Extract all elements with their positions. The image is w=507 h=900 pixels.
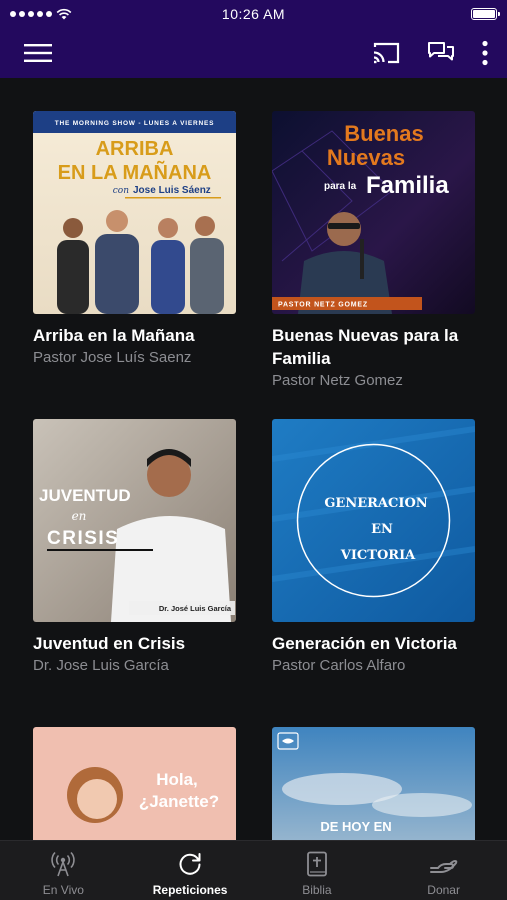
art-line-4: Familia: [366, 172, 449, 199]
program-thumbnail[interactable]: DE HOY EN: [272, 727, 475, 840]
program-host: Dr. Jose Luis García: [33, 657, 169, 674]
program-host: Pastor Carlos Alfaro: [272, 657, 406, 674]
program-thumbnail[interactable]: GENERACION EN VICTORIA: [272, 419, 475, 622]
more-options-button[interactable]: [481, 40, 489, 66]
cast-icon: [373, 42, 400, 64]
art-con: con: [113, 186, 129, 196]
art-footer: PASTOR NETZ GOMEZ: [278, 302, 368, 309]
art-line-1: GENERACION: [324, 496, 427, 511]
status-time: 10:26 AM: [221, 6, 286, 22]
tab-label: Donar: [427, 883, 460, 897]
program-card[interactable]: Buenas Nuevas para la Familia PASTOR NET…: [272, 111, 475, 391]
broadcast-icon: [51, 851, 76, 877]
tab-repeticiones[interactable]: Repeticiones: [127, 841, 254, 900]
art-line-1: Buenas: [344, 121, 423, 146]
replay-icon: [179, 853, 201, 875]
program-title[interactable]: Buenas Nuevas para la Familia: [272, 324, 475, 370]
program-art-image: GENERACION EN VICTORIA: [272, 419, 475, 622]
program-card[interactable]: DE HOY EN: [272, 727, 475, 840]
app-header: [0, 28, 507, 78]
signal-indicator: [10, 8, 130, 20]
program-art-image: THE MORNING SHOW - LUNES A VIERNES ARRIB…: [33, 111, 236, 314]
program-grid: THE MORNING SHOW - LUNES A VIERNES ARRIB…: [0, 78, 507, 840]
program-thumbnail[interactable]: Hola, ¿Janette?: [33, 727, 236, 840]
art-line-2: Nuevas: [327, 145, 405, 170]
program-card[interactable]: THE MORNING SHOW - LUNES A VIERNES ARRIB…: [33, 111, 236, 368]
program-thumbnail[interactable]: Buenas Nuevas para la Familia PASTOR NET…: [272, 111, 475, 314]
program-host: Pastor Jose Luís Saenz: [33, 349, 192, 366]
tab-biblia[interactable]: Biblia: [254, 841, 381, 900]
program-art-image: DE HOY EN: [272, 727, 475, 840]
program-thumbnail[interactable]: Dr. José Luis García JUVENTUD en CRISIS: [33, 419, 236, 622]
chat-icon: [428, 42, 454, 61]
more-vertical-icon: [482, 40, 488, 66]
art-host: Jose Luis Sáenz: [133, 185, 211, 196]
battery-icon: [471, 8, 500, 20]
program-host: Pastor Netz Gomez: [272, 372, 403, 389]
art-line-1: Hola,: [156, 770, 198, 789]
art-line-3: VICTORIA: [340, 548, 416, 563]
bible-icon: [306, 851, 327, 877]
tab-label: En Vivo: [42, 883, 84, 897]
chat-button[interactable]: [427, 41, 455, 65]
program-title[interactable]: Juventud en Crisis: [33, 632, 236, 655]
cast-button[interactable]: [371, 41, 401, 65]
art-heading-2: EN LA MAÑANA: [58, 161, 212, 184]
art-line-2: ¿Janette?: [139, 792, 219, 811]
tab-label: Repeticiones: [152, 883, 228, 897]
program-art-image: Buenas Nuevas para la Familia PASTOR NET…: [272, 111, 475, 314]
tab-donar[interactable]: Donar: [380, 841, 507, 900]
art-line-2: EN: [371, 522, 393, 537]
program-title[interactable]: Arriba en la Mañana: [33, 324, 236, 347]
tab-en-vivo[interactable]: En Vivo: [0, 841, 127, 900]
art-line-2: en: [72, 509, 87, 523]
program-card[interactable]: GENERACION EN VICTORIA Generación en Vic…: [272, 419, 475, 676]
program-art-image: Dr. José Luis García JUVENTUD en CRISIS: [33, 419, 236, 622]
menu-icon: [24, 44, 52, 62]
art-heading-1: ARRIBA: [96, 138, 174, 160]
art-line-3: para la: [324, 181, 357, 192]
program-card[interactable]: Hola, ¿Janette?: [33, 727, 236, 840]
bottom-tab-bar: En Vivo Repeticiones Biblia Donar: [0, 840, 507, 900]
wifi-icon: [56, 8, 72, 20]
program-art-image: Hola, ¿Janette?: [33, 727, 236, 840]
tab-label: Biblia: [302, 883, 332, 897]
status-bar: 10:26 AM: [0, 0, 507, 28]
art-line-1: JUVENTUD: [39, 486, 131, 505]
program-title[interactable]: Generación en Victoria: [272, 632, 475, 655]
art-line-1: DE HOY EN: [320, 819, 391, 834]
signal-dots-icon: [10, 11, 52, 17]
program-card[interactable]: Dr. José Luis García JUVENTUD en CRISIS …: [33, 419, 236, 676]
program-thumbnail[interactable]: THE MORNING SHOW - LUNES A VIERNES ARRIB…: [33, 111, 236, 314]
art-footer: Dr. José Luis García: [159, 604, 232, 613]
art-line-3: CRISIS: [47, 528, 119, 549]
art-top-line: THE MORNING SHOW - LUNES A VIERNES: [55, 120, 215, 127]
donate-hand-icon: [429, 859, 457, 873]
menu-button[interactable]: [24, 43, 52, 63]
